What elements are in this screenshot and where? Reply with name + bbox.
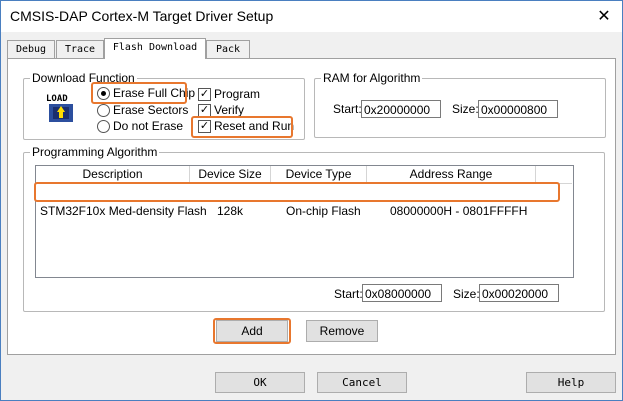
tab-trace[interactable]: Trace xyxy=(56,40,104,58)
cancel-button[interactable]: Cancel xyxy=(317,372,407,393)
ram-start-label: Start: xyxy=(333,102,362,116)
ram-legend: RAM for Algorithm xyxy=(321,71,423,85)
row-device-size: 128k xyxy=(217,204,244,218)
do-not-erase-label[interactable]: Do not Erase xyxy=(113,119,183,133)
algo-size-label: Size: xyxy=(453,287,480,301)
erase-sectors-label[interactable]: Erase Sectors xyxy=(113,103,188,117)
ram-start-input[interactable]: 0x20000000 xyxy=(361,100,441,118)
tab-pack[interactable]: Pack xyxy=(206,40,250,58)
row-device-type: On-chip Flash xyxy=(286,204,361,218)
verify-label[interactable]: Verify xyxy=(214,103,244,117)
highlight-reset-and-run xyxy=(191,116,293,138)
highlight-algorithm-row xyxy=(34,182,560,202)
dialog-window: CMSIS-DAP Cortex-M Target Driver Setup ✕… xyxy=(0,0,623,401)
row-address-range: 08000000H - 0801FFFFH xyxy=(390,204,528,218)
tab-debug[interactable]: Debug xyxy=(7,40,55,58)
window-title: CMSIS-DAP Cortex-M Target Driver Setup xyxy=(10,8,274,24)
ok-button[interactable]: OK xyxy=(215,372,305,393)
highlight-erase-full-chip xyxy=(91,82,187,104)
algo-start-label: Start: xyxy=(334,287,363,301)
remove-button[interactable]: Remove xyxy=(306,320,378,342)
help-button[interactable]: Help xyxy=(526,372,616,393)
tab-flash-download[interactable]: Flash Download xyxy=(104,38,206,59)
algo-size-input[interactable]: 0x00020000 xyxy=(479,284,559,302)
ram-size-label: Size: xyxy=(452,102,479,116)
row-description: STM32F10x Med-density Flash xyxy=(40,204,207,218)
program-label[interactable]: Program xyxy=(214,87,260,101)
highlight-add-button xyxy=(213,318,291,344)
algorithm-legend: Programming Algorithm xyxy=(30,145,160,159)
title-bar: CMSIS-DAP Cortex-M Target Driver Setup ✕ xyxy=(1,1,622,32)
erase-sectors-radio[interactable] xyxy=(97,104,110,117)
close-icon[interactable]: ✕ xyxy=(586,1,622,32)
do-not-erase-radio[interactable] xyxy=(97,120,110,133)
load-icon: LOAD xyxy=(45,92,77,122)
program-checkbox[interactable]: ✓ xyxy=(198,88,211,101)
load-icon-text: LOAD xyxy=(46,94,68,104)
ram-size-input[interactable]: 0x00000800 xyxy=(478,100,558,118)
algo-start-input[interactable]: 0x08000000 xyxy=(362,284,442,302)
